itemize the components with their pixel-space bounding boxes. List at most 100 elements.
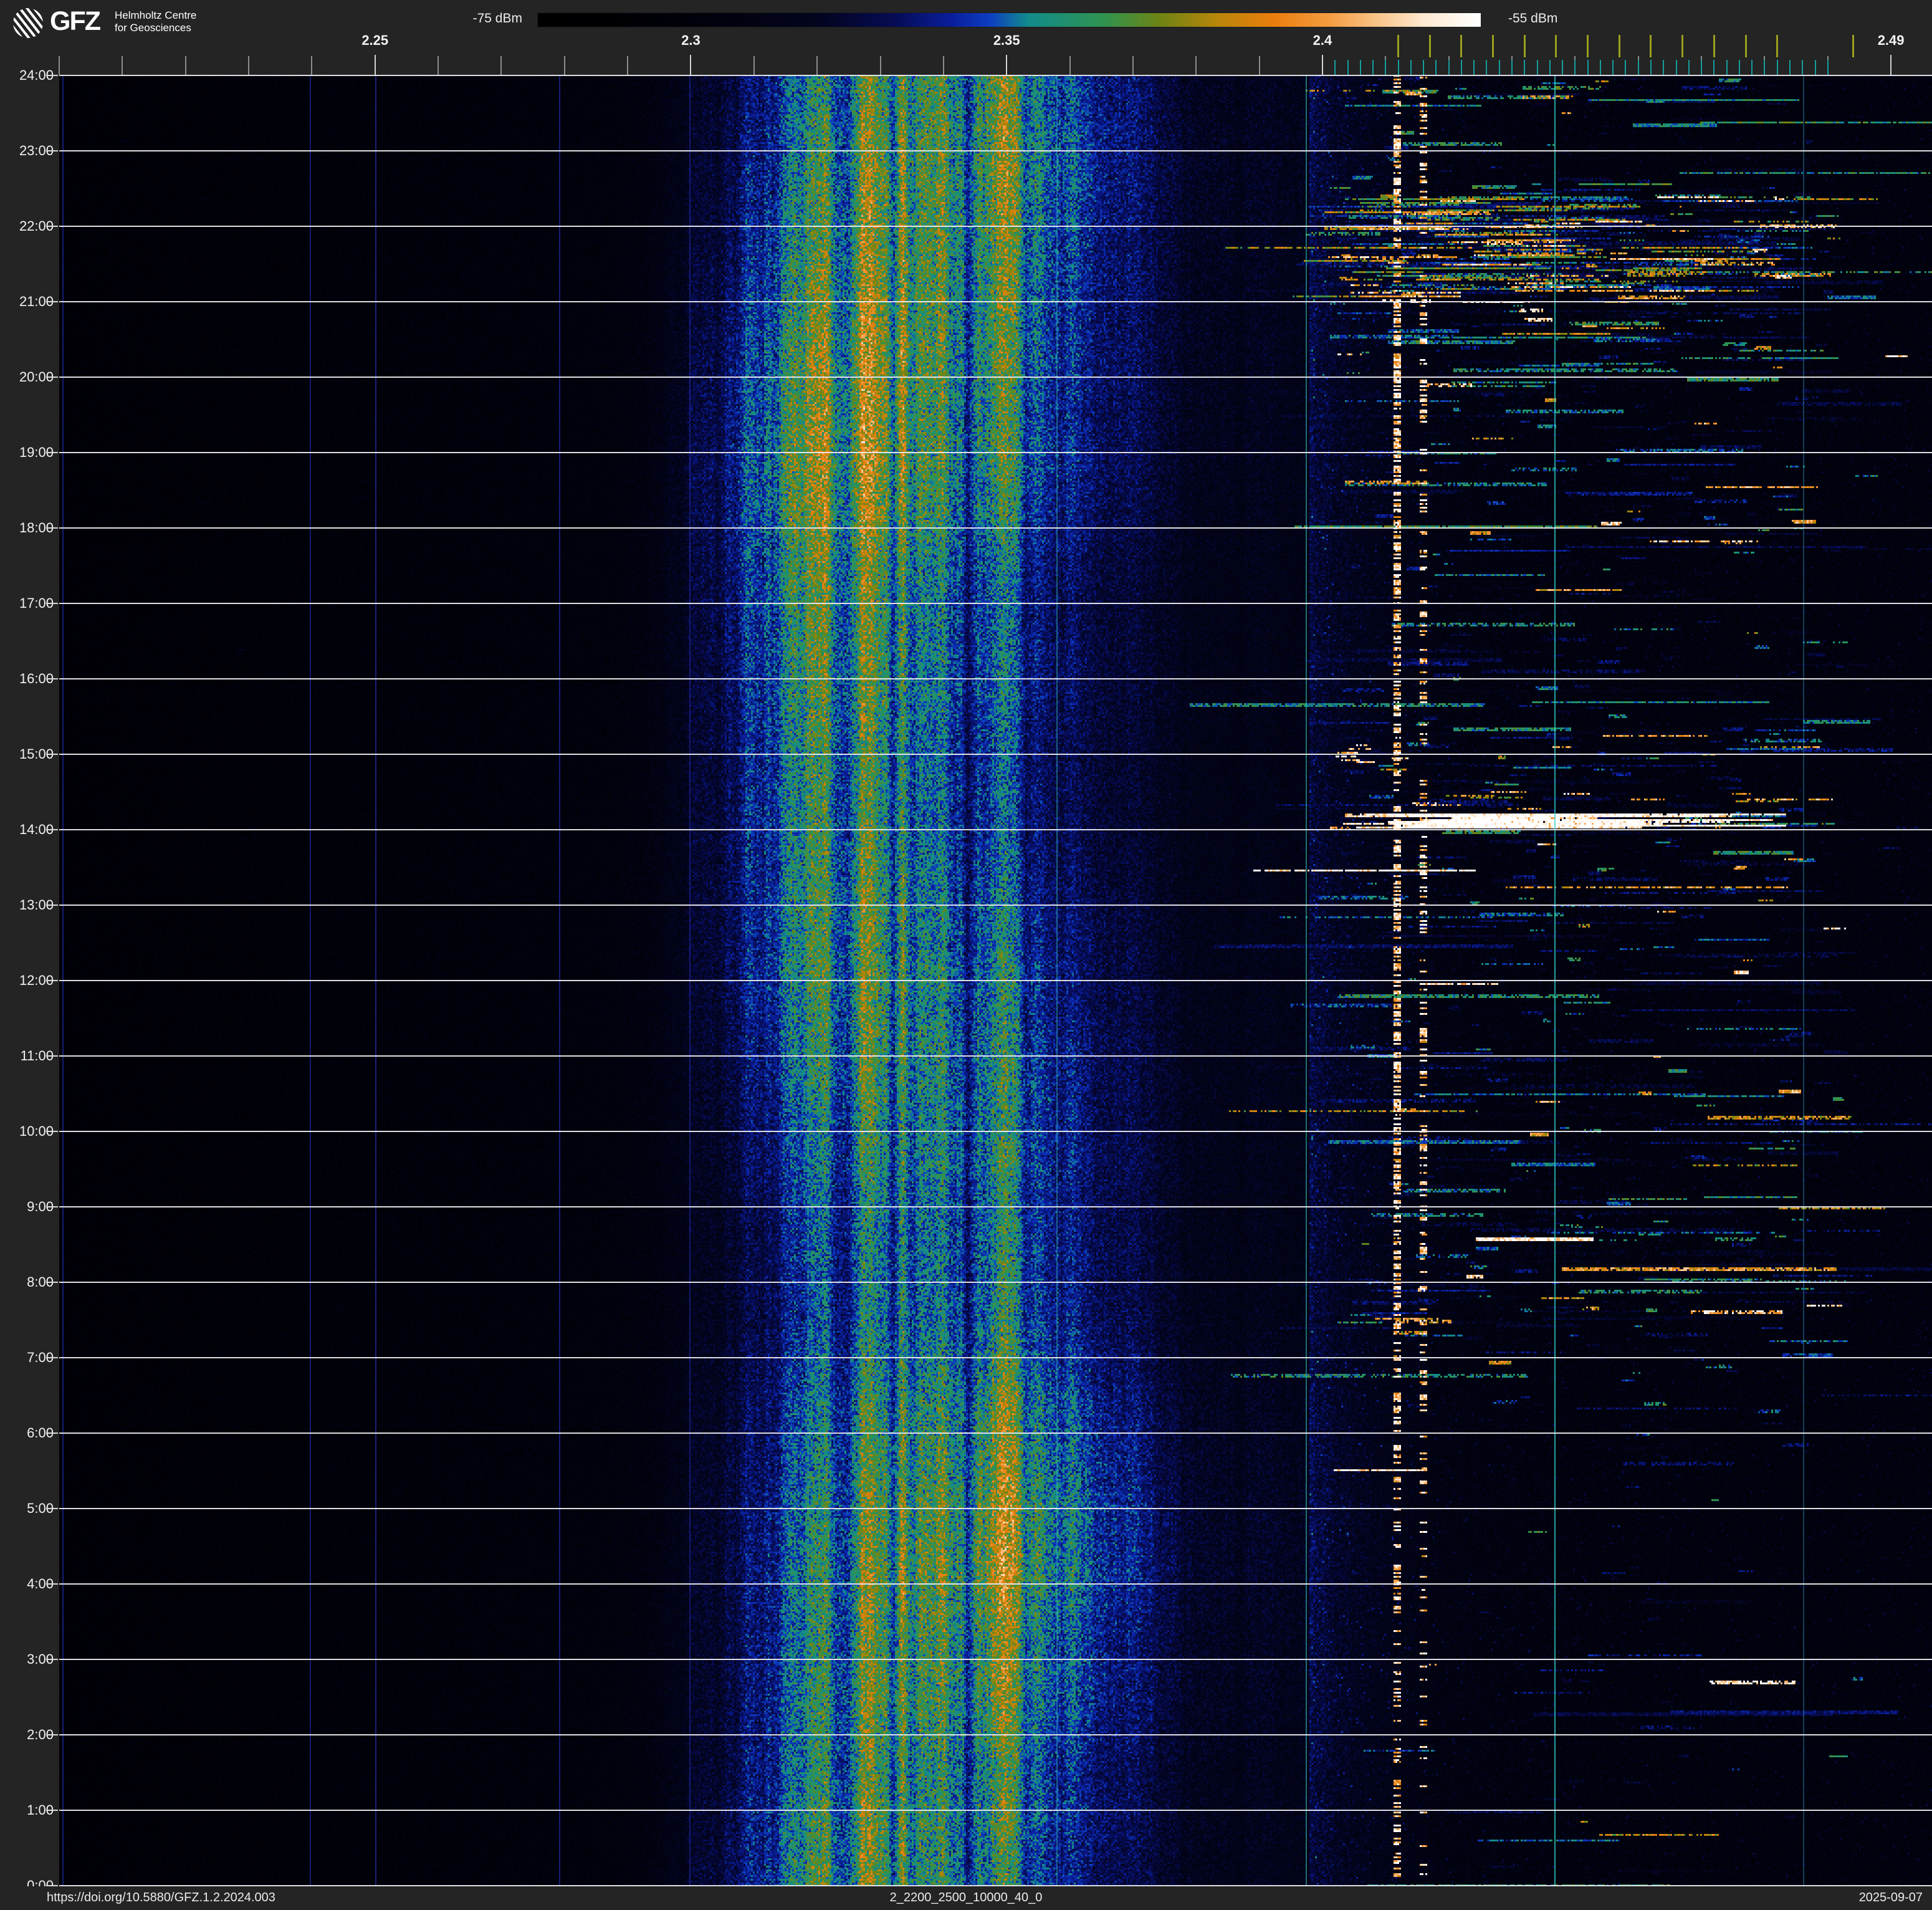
ble-channel-tick	[1359, 60, 1361, 75]
ble-channel-tick	[1435, 60, 1437, 75]
spectrogram-plot: 24:00 23:00 22:00 21:00 20:00 19:00 18:00 17:00…	[0, 67, 1932, 1893]
ble-channel-tick	[1460, 60, 1462, 75]
header: GFZ Helmholtz Centre for Geosciences -75…	[0, 0, 1932, 75]
ble-channel-tick	[1410, 60, 1412, 75]
freq-tick-minor	[816, 56, 818, 75]
ble-channel-tick	[1675, 60, 1677, 75]
time-tick	[46, 1432, 58, 1434]
time-tick	[46, 377, 58, 378]
freq-tick-minor	[59, 56, 60, 75]
ble-channel-tick	[1423, 60, 1425, 75]
freq-tick-label: 2.4	[1313, 32, 1332, 48]
time-tick	[46, 1583, 58, 1585]
gfz-logo-acronym: GFZ	[50, 6, 101, 36]
time-tick	[46, 1734, 58, 1735]
freq-tick-minor	[563, 56, 565, 75]
freq-tick-minor	[627, 56, 629, 75]
wifi-channel-tick	[1713, 35, 1715, 57]
freq-tick-minor	[248, 56, 250, 75]
time-tick	[46, 603, 58, 604]
ble-channel-tick	[1814, 60, 1816, 75]
time-tick	[46, 905, 58, 906]
time-tick	[46, 150, 58, 151]
ble-channel-tick	[1511, 60, 1513, 75]
wifi-channel-tick	[1776, 35, 1779, 57]
freq-tick-major	[374, 55, 376, 75]
ble-channel-tick	[1776, 60, 1778, 75]
ble-channel-tick	[1637, 60, 1639, 75]
freq-tick-minor	[1258, 56, 1260, 75]
wifi-channel-tick	[1618, 35, 1620, 57]
ble-channel-tick	[1738, 60, 1740, 75]
wifi-channel-tick	[1650, 35, 1652, 57]
wifi-channel-tick	[1681, 35, 1684, 57]
freq-tick-major	[690, 55, 692, 75]
freq-tick-minor	[1195, 56, 1197, 75]
ble-channel-tick	[1599, 60, 1601, 75]
gfz-logo-line2: for Geosciences	[115, 22, 191, 34]
ble-channel-tick	[1334, 60, 1336, 75]
freq-tick-minor	[1069, 56, 1071, 75]
ble-channel-tick	[1385, 60, 1387, 75]
ble-channel-tick	[1549, 60, 1551, 75]
freq-tick-minor	[122, 56, 123, 75]
time-tick	[46, 829, 58, 830]
colorbar-min-label: -75 dBm	[472, 11, 522, 26]
ble-channel-tick	[1372, 60, 1374, 75]
ble-channel-tick	[1726, 60, 1728, 75]
ble-channel-tick	[1524, 60, 1526, 75]
freq-tick-minor	[879, 56, 881, 75]
ble-channel-tick	[1688, 60, 1690, 75]
time-tick	[46, 980, 58, 981]
wifi-channel-tick	[1460, 35, 1463, 57]
time-tick	[46, 1206, 58, 1207]
freq-tick-label: 2.49	[1877, 32, 1905, 48]
ble-channel-tick	[1764, 60, 1766, 75]
ble-channel-tick	[1536, 60, 1538, 75]
ble-channel-tick	[1802, 60, 1804, 75]
freq-tick-major	[1006, 55, 1008, 75]
freq-tick-minor	[311, 56, 313, 75]
time-tick	[46, 1659, 58, 1660]
time-tick	[46, 301, 58, 302]
time-tick	[46, 75, 58, 76]
freq-tick-label: 2.25	[361, 32, 389, 48]
time-tick	[46, 1810, 58, 1811]
dataset-name: 2_2200_2500_10000_40_0	[889, 1891, 1043, 1904]
colorbar-gradient	[537, 12, 1481, 27]
freq-tick-minor	[438, 56, 439, 75]
ble-channel-tick	[1448, 60, 1450, 75]
ble-channel-tick	[1347, 60, 1349, 75]
ble-channel-tick	[1650, 60, 1652, 75]
ble-channel-tick	[1625, 60, 1627, 75]
time-tick	[46, 527, 58, 529]
ble-channel-tick	[1486, 60, 1488, 75]
ble-channel-tick	[1827, 60, 1829, 75]
gfz-logo-icon	[13, 8, 43, 38]
wifi-channel-tick	[1523, 35, 1526, 57]
freq-tick-minor	[500, 56, 502, 75]
ble-channel-tick	[1701, 60, 1703, 75]
colorbar-max-label: -55 dBm	[1508, 11, 1558, 26]
ble-channel-tick	[1574, 60, 1576, 75]
time-tick	[46, 678, 58, 679]
spectrogram-canvas	[59, 75, 1932, 1886]
wifi-channel-tick	[1397, 35, 1400, 57]
ble-channel-tick	[1397, 60, 1399, 75]
wifi-channel-tick	[1428, 35, 1431, 57]
ble-channel-tick	[1713, 60, 1715, 75]
freq-tick-label: 2.3	[681, 32, 701, 48]
ble-channel-tick	[1612, 60, 1614, 75]
ble-channel-tick	[1751, 60, 1753, 75]
wifi-channel-tick	[1587, 35, 1589, 57]
time-tick	[46, 754, 58, 755]
spectrogram-page: GFZ Helmholtz Centre for Geosciences -75…	[0, 0, 1932, 1910]
freq-tick-minor	[942, 56, 944, 75]
wifi-channel-tick	[1852, 35, 1854, 57]
ble-channel-tick	[1789, 60, 1791, 75]
footer: https://doi.org/10.5880/GFZ.1.2.2024.003…	[0, 1886, 1932, 1910]
freq-tick-minor	[184, 56, 186, 75]
gfz-logo-line1: Helmholtz Centre	[115, 9, 197, 21]
ble-channel-tick	[1498, 60, 1500, 75]
time-tick	[46, 1055, 58, 1057]
